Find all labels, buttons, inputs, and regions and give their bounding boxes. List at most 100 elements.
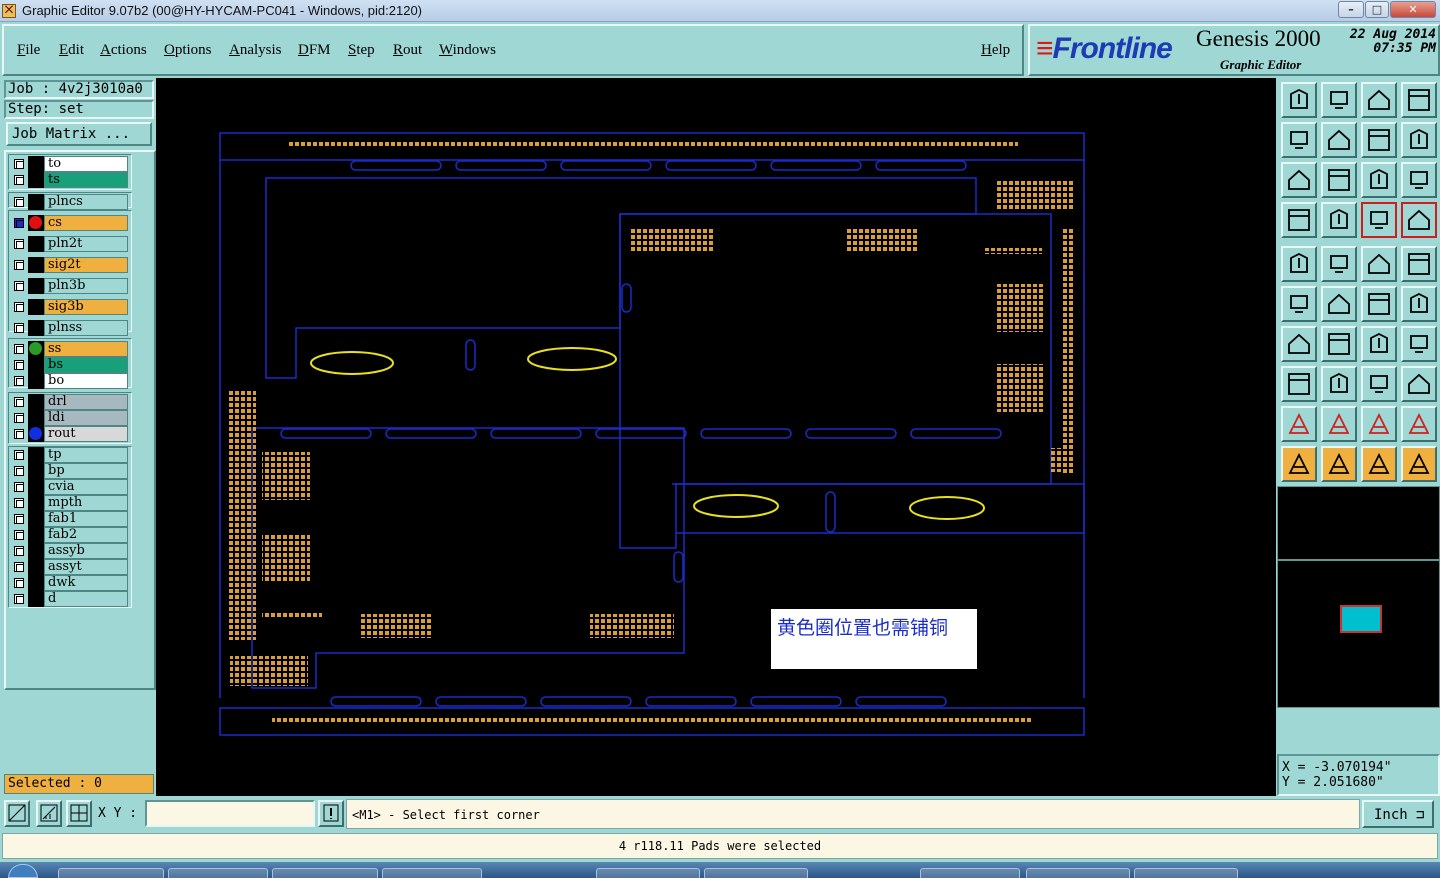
- window-split-button[interactable]: [1401, 82, 1437, 118]
- layer-row-plncs[interactable]: plncs: [10, 194, 128, 210]
- layer-checkbox[interactable]: [14, 159, 24, 169]
- layer-row-cvia[interactable]: cvia: [10, 479, 128, 495]
- menu-file[interactable]: File: [17, 42, 40, 59]
- layer-name[interactable]: assyb: [44, 543, 128, 559]
- board-view-button[interactable]: [1361, 202, 1397, 238]
- triangle-c-button[interactable]: [1361, 406, 1397, 442]
- snap-button[interactable]: [1401, 122, 1437, 158]
- unit-selector[interactable]: Inch ⊐: [1362, 800, 1434, 828]
- layer-name[interactable]: sig2t: [44, 257, 128, 273]
- layer-row-bo[interactable]: bo: [10, 373, 128, 389]
- taskbar-item[interactable]: [382, 868, 482, 878]
- layer-display-cell[interactable]: [28, 357, 44, 373]
- layer-display-cell[interactable]: [28, 591, 44, 607]
- taskbar-item[interactable]: [168, 868, 268, 878]
- line-add-button[interactable]: [1361, 286, 1397, 322]
- line-edit-button[interactable]: [1401, 286, 1437, 322]
- settings-button[interactable]: [1281, 202, 1317, 238]
- layer-name[interactable]: d: [44, 591, 128, 607]
- menu-options[interactable]: Options: [164, 42, 212, 59]
- menu-edit[interactable]: Edit: [59, 42, 84, 59]
- taskbar-item[interactable]: [272, 868, 378, 878]
- layer-display-cell[interactable]: [28, 426, 44, 442]
- layer-checkbox[interactable]: [14, 498, 24, 508]
- layer-row-fab1[interactable]: fab1: [10, 511, 128, 527]
- layer-checkbox[interactable]: [14, 281, 24, 291]
- layer-display-cell[interactable]: [28, 543, 44, 559]
- select-route-button[interactable]: [1401, 446, 1437, 482]
- layer-display-cell[interactable]: [28, 447, 44, 463]
- layer-row-sig2t[interactable]: sig2t: [10, 257, 128, 273]
- layer-checkbox[interactable]: [14, 413, 24, 423]
- layer-display-cell[interactable]: [28, 278, 44, 294]
- layer-row-ss[interactable]: ss: [10, 341, 128, 357]
- layer-name[interactable]: tp: [44, 447, 128, 463]
- slash-button[interactable]: [1321, 326, 1357, 362]
- menu-rout[interactable]: Rout: [393, 42, 422, 59]
- layer-name[interactable]: bo: [44, 373, 128, 389]
- xy-input[interactable]: [145, 800, 315, 827]
- zoom-box-button[interactable]: [4, 800, 30, 827]
- layer-checkbox[interactable]: [14, 546, 24, 556]
- layer-display-cell[interactable]: [28, 373, 44, 389]
- layer-checkbox[interactable]: [14, 323, 24, 333]
- measure-button[interactable]: [36, 800, 62, 827]
- layer-row-ts[interactable]: ts: [10, 172, 128, 188]
- layer-display-cell[interactable]: [28, 299, 44, 315]
- layer-row-sig3b[interactable]: sig3b: [10, 299, 128, 315]
- board-view-alt-button[interactable]: [1401, 202, 1437, 238]
- graphics-canvas[interactable]: 黄色圈位置也需铺铜: [156, 78, 1276, 796]
- layer-name[interactable]: rout: [44, 426, 128, 442]
- layer-row-to[interactable]: to: [10, 156, 128, 172]
- layer-row-bp[interactable]: bp: [10, 463, 128, 479]
- layer-row-fab2[interactable]: fab2: [10, 527, 128, 543]
- layer-name[interactable]: pln3b: [44, 278, 128, 294]
- panel-edit-button[interactable]: [1321, 246, 1357, 282]
- layer-name[interactable]: dwk: [44, 575, 128, 591]
- layer-name[interactable]: sig3b: [44, 299, 128, 315]
- layer-display-cell[interactable]: [28, 341, 44, 357]
- shapes-button[interactable]: [1401, 366, 1437, 402]
- layer-name[interactable]: mpth: [44, 495, 128, 511]
- layer-display-cell[interactable]: [28, 527, 44, 543]
- start-button[interactable]: [8, 864, 38, 878]
- layer-name[interactable]: drl: [44, 394, 128, 410]
- home-button[interactable]: [1361, 82, 1397, 118]
- layer-display-cell[interactable]: [28, 215, 44, 231]
- layer-checkbox[interactable]: [14, 530, 24, 540]
- menu-step[interactable]: Step: [348, 42, 375, 59]
- taskbar-item[interactable]: [1026, 868, 1130, 878]
- layer-checkbox[interactable]: [14, 239, 24, 249]
- layer-display-cell[interactable]: [28, 559, 44, 575]
- select-rotate-button[interactable]: [1361, 446, 1397, 482]
- layer-display-cell[interactable]: [28, 172, 44, 188]
- split-button[interactable]: [1401, 326, 1437, 362]
- layer-name[interactable]: bp: [44, 463, 128, 479]
- stretch-button[interactable]: [1361, 366, 1397, 402]
- menu-windows[interactable]: Windows: [439, 42, 496, 59]
- layer-name[interactable]: cvia: [44, 479, 128, 495]
- overview-map[interactable]: [1277, 560, 1440, 708]
- layer-row-d[interactable]: d: [10, 591, 128, 607]
- pad-button[interactable]: [1401, 246, 1437, 282]
- layer-display-cell[interactable]: [28, 394, 44, 410]
- grid-view-button[interactable]: [1321, 202, 1357, 238]
- layer-display-cell[interactable]: [28, 320, 44, 336]
- select-pointer-button[interactable]: [1281, 446, 1317, 482]
- layer-checkbox[interactable]: [14, 450, 24, 460]
- triangle-d-button[interactable]: [1401, 406, 1437, 442]
- fit-screen-button[interactable]: [1281, 162, 1317, 198]
- taskbar-item[interactable]: [58, 868, 164, 878]
- maximize-button[interactable]: □: [1365, 1, 1389, 18]
- help-button[interactable]: [1401, 162, 1437, 198]
- break-button[interactable]: [1321, 366, 1357, 402]
- taskbar-item[interactable]: [920, 868, 1020, 878]
- menu-dfm[interactable]: DFM: [298, 42, 331, 59]
- layer-name[interactable]: to: [44, 156, 128, 172]
- layer-checkbox[interactable]: [14, 218, 24, 228]
- layer-display-cell[interactable]: [28, 511, 44, 527]
- layer-row-pln2t[interactable]: pln2t: [10, 236, 128, 252]
- menu-help[interactable]: Help: [981, 42, 1010, 59]
- triangle-a-button[interactable]: [1281, 406, 1317, 442]
- layer-checkbox[interactable]: [14, 197, 24, 207]
